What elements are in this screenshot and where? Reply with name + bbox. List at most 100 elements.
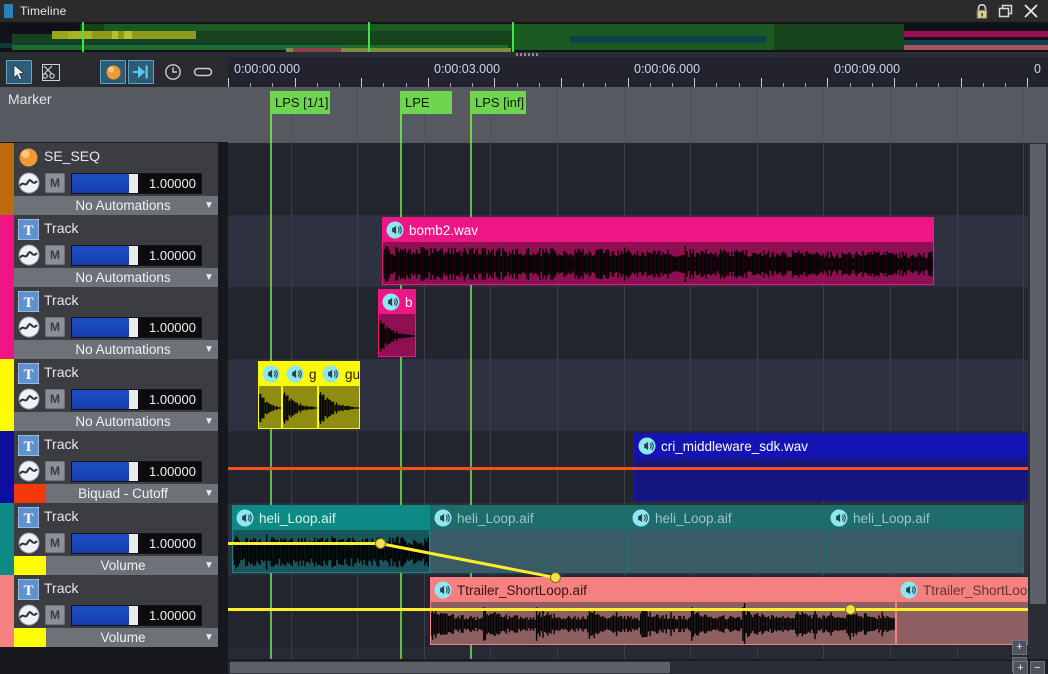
timeline-overview[interactable] (0, 22, 1048, 52)
track-header[interactable]: SE_SEQ M 1.00000 No Automations ▼ (0, 143, 218, 215)
audio-clip[interactable] (258, 361, 282, 429)
time-ruler[interactable]: 0:00:00.000 0:00:03.000 0:00:06.000 0:00:09… (228, 57, 1048, 87)
chevron-down-icon[interactable]: ▼ (200, 416, 218, 427)
marker-chip[interactable]: LPS [1/1] (270, 91, 330, 114)
automation-line-segment[interactable] (228, 607, 850, 611)
zoom-in-horizontal-button[interactable]: + (1013, 661, 1028, 674)
clip-header[interactable]: heli_Loop.aif (233, 506, 429, 530)
clip-header[interactable]: Ttrailer_ShortLoop.aif (897, 578, 1047, 602)
chevron-down-icon[interactable]: ▼ (200, 272, 218, 283)
audio-clip[interactable]: gu (282, 361, 318, 429)
chevron-down-icon[interactable]: ▼ (200, 488, 218, 499)
automation-selector[interactable]: No Automations ▼ (14, 196, 218, 215)
audio-clip[interactable]: b (378, 289, 416, 357)
automation-selector[interactable]: Volume ▼ (14, 556, 218, 575)
automation-line-segment[interactable] (228, 466, 1048, 470)
automation-selector[interactable]: Volume ▼ (14, 628, 218, 647)
horizontal-scrollbar[interactable] (228, 661, 1028, 674)
automation-line-segment[interactable] (228, 541, 380, 545)
clip-header[interactable]: bomb2.wav (383, 218, 933, 242)
track-header[interactable]: T Track M 1.00000 Volume ▼ (0, 575, 218, 647)
automation-selector[interactable]: No Automations ▼ (14, 412, 218, 431)
automation-curve-icon[interactable] (18, 244, 40, 266)
marker-lane[interactable]: LPS [1/1] LPE LPS [inf] (228, 87, 1048, 143)
automation-curve-icon[interactable] (18, 604, 40, 626)
fader-knob[interactable] (129, 461, 138, 481)
track-color-bar[interactable] (0, 359, 14, 431)
marker-chip[interactable]: LPE (400, 91, 452, 114)
audio-clip[interactable]: heli_Loop.aif (628, 505, 826, 573)
track-header[interactable]: T Track M 1.00000 Volume ▼ (0, 503, 218, 575)
audio-clip[interactable]: Ttrailer_ShortLoop.aif (896, 577, 1048, 645)
fader-knob[interactable] (129, 605, 138, 625)
link-button[interactable] (190, 60, 216, 84)
zoom-in-vertical-button[interactable]: + (1012, 640, 1027, 655)
fader-knob[interactable] (129, 317, 138, 337)
track-color-bar[interactable] (0, 431, 14, 503)
overview-playhead[interactable] (368, 22, 370, 52)
automation-line-segment[interactable] (850, 607, 1048, 611)
automation-curve-icon[interactable] (18, 172, 40, 194)
clock-button[interactable] (160, 60, 186, 84)
audio-clip[interactable]: heli_Loop.aif (826, 505, 1024, 573)
clip-header[interactable]: heli_Loop.aif (431, 506, 627, 530)
track-color-bar[interactable] (0, 287, 14, 359)
volume-fader[interactable]: 1.00000 (71, 316, 202, 338)
track-header[interactable]: T Track M 1.00000 No Automations ▼ (0, 215, 218, 287)
volume-fader[interactable]: 1.00000 (71, 604, 202, 626)
clip-header[interactable]: heli_Loop.aif (629, 506, 825, 530)
track-color-bar[interactable] (0, 575, 14, 647)
mute-button[interactable]: M (45, 461, 65, 481)
overview-playhead[interactable] (82, 22, 84, 52)
zoom-out-horizontal-button[interactable]: − (1030, 661, 1045, 674)
snap-to-marker-button[interactable] (128, 60, 154, 84)
track-color-bar[interactable] (0, 215, 14, 287)
clip-header[interactable]: Ttrailer_ShortLoop.aif (431, 578, 895, 602)
audio-clip[interactable]: heli_Loop.aif (232, 505, 430, 573)
timeline-track-lane[interactable] (228, 287, 1048, 359)
volume-fader[interactable]: 1.00000 (71, 460, 202, 482)
automation-point[interactable] (844, 603, 856, 615)
automation-selector[interactable]: Biquad - Cutoff ▼ (14, 484, 218, 503)
horizontal-scrollbar-thumb[interactable] (230, 662, 670, 673)
close-icon[interactable] (1023, 3, 1039, 19)
chevron-down-icon[interactable]: ▼ (200, 200, 218, 211)
timeline-track-lane[interactable] (228, 143, 1048, 215)
timeline-canvas[interactable]: bomb2.wav b gu gur cri_middleware_sdk.wavhel… (228, 143, 1048, 659)
automation-curve-icon[interactable] (18, 316, 40, 338)
fader-knob[interactable] (129, 173, 138, 193)
track-header[interactable]: T Track M 1.00000 Biquad - Cutoff ▼ (0, 431, 218, 503)
automation-selector[interactable]: No Automations ▼ (14, 340, 218, 359)
chevron-down-icon[interactable]: ▼ (200, 560, 218, 571)
automation-curve-icon[interactable] (18, 388, 40, 410)
fader-knob[interactable] (129, 245, 138, 265)
audio-clip[interactable]: gur (318, 361, 360, 429)
mute-button[interactable]: M (45, 173, 65, 193)
clip-header[interactable]: b (379, 290, 415, 314)
chevron-down-icon[interactable]: ▼ (200, 344, 218, 355)
fader-knob[interactable] (129, 389, 138, 409)
clip-header[interactable]: heli_Loop.aif (827, 506, 1023, 530)
volume-fader[interactable]: 1.00000 (71, 532, 202, 554)
pointer-tool[interactable] (6, 60, 32, 84)
audio-clip[interactable]: bomb2.wav (382, 217, 934, 285)
audio-clip[interactable]: Ttrailer_ShortLoop.aif (430, 577, 896, 645)
clip-header[interactable]: gur (319, 362, 359, 386)
track-color-bar[interactable] (0, 503, 14, 575)
mute-button[interactable]: M (45, 605, 65, 625)
automation-point[interactable] (374, 537, 386, 549)
automation-curve-icon[interactable] (18, 460, 40, 482)
volume-fader[interactable]: 1.00000 (71, 244, 202, 266)
track-header[interactable]: T Track M 1.00000 No Automations ▼ (0, 359, 218, 431)
chevron-down-icon[interactable]: ▼ (200, 632, 218, 643)
track-header[interactable]: T Track M 1.00000 No Automations ▼ (0, 287, 218, 359)
automation-point[interactable] (549, 571, 561, 583)
automation-curve-icon[interactable] (18, 532, 40, 554)
scissors-tool[interactable] (38, 60, 64, 84)
marker-chip[interactable]: LPS [inf] (470, 91, 526, 114)
mute-button[interactable]: M (45, 317, 65, 337)
fader-knob[interactable] (129, 533, 138, 553)
audio-clip[interactable]: heli_Loop.aif (430, 505, 628, 573)
vertical-scrollbar-thumb[interactable] (1030, 144, 1046, 604)
track-color-bar[interactable] (0, 143, 14, 215)
